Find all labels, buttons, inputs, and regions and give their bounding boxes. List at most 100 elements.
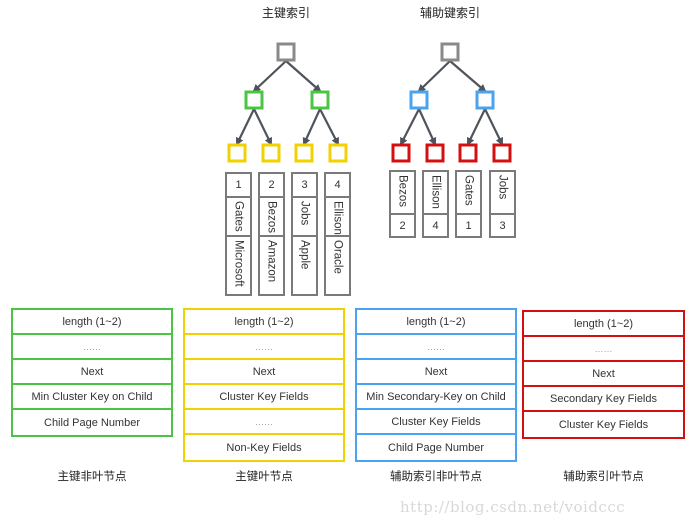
- format-field: length (1~2): [13, 310, 171, 335]
- secondary-index-record: Bezos 2: [389, 170, 416, 238]
- primary-index-record: 4 Ellison Oracle: [324, 172, 351, 296]
- tree-arrow: [253, 108, 272, 146]
- record-company: Oracle: [331, 240, 344, 274]
- format-field: ……: [13, 335, 171, 360]
- tree-arrow: [302, 108, 322, 146]
- record-cell: 3: [293, 174, 316, 198]
- record-cell: 2: [260, 174, 283, 198]
- tree-arrow: [252, 60, 287, 93]
- record-cell: Amazon: [260, 237, 283, 294]
- record-cell: 1: [227, 174, 250, 198]
- format-field: Cluster Key Fields: [357, 410, 515, 435]
- record-cell: 3: [491, 215, 514, 236]
- primary-root-node: [276, 42, 296, 62]
- record-cell: Gates: [457, 172, 480, 215]
- record-cell: Bezos: [260, 198, 283, 237]
- record-cell: Ellison: [326, 198, 349, 237]
- record-company: Microsoft: [232, 240, 245, 287]
- record-name: Bezos: [396, 175, 409, 207]
- record-id: 3: [301, 179, 308, 191]
- record-id: 3: [499, 219, 506, 232]
- format-field: Secondary Key Fields: [524, 387, 683, 412]
- record-cell: Bezos: [391, 172, 414, 215]
- format-field: length (1~2): [185, 310, 343, 335]
- secondary-index-record: Ellison 4: [422, 170, 449, 238]
- format-field: Non-Key Fields: [226, 441, 302, 454]
- primary-leaf-format: length (1~2)…… Next Cluster Key Fields…… No…: [183, 308, 345, 462]
- tree-arrow: [484, 108, 503, 146]
- secondary-root-node: [440, 42, 460, 62]
- primary-index-record: 3 Jobs Apple: [291, 172, 318, 296]
- record-name: Gates: [462, 175, 475, 206]
- record-name: Ellison: [331, 201, 344, 235]
- record-company: Amazon: [265, 240, 278, 283]
- record-cell: Microsoft: [227, 237, 250, 294]
- record-id: 4: [334, 179, 341, 191]
- format-field: length (1~2): [357, 310, 515, 335]
- secondary-nonleaf-format: length (1~2)…… Next Min Secondary-Key on C…: [355, 308, 517, 462]
- record-cell: Jobs: [491, 172, 514, 215]
- tree-arrow: [417, 108, 437, 146]
- format-field: Min Secondary-Key on Child: [357, 385, 515, 410]
- format-field: ……: [185, 410, 343, 435]
- tree-arrow: [319, 108, 339, 146]
- primary-leaf-node: [261, 143, 281, 163]
- primary-index-record: 1 Gates Microsoft: [225, 172, 252, 296]
- secondary-index-record: Gates 1: [455, 170, 482, 238]
- primary-leaf-node: [294, 143, 314, 163]
- record-cell: Gates: [227, 198, 250, 237]
- format-caption: 主键非叶节点: [57, 469, 127, 483]
- format-field: Next: [13, 360, 171, 385]
- format-field: ……: [185, 335, 343, 360]
- format-field: Cluster Key Fields: [185, 385, 343, 410]
- record-id: 1: [465, 219, 472, 232]
- primary-internal-node: [310, 90, 330, 110]
- tree-arrow: [467, 108, 486, 146]
- format-field: Child Page Number: [44, 416, 140, 429]
- format-caption: 辅助索引非叶节点: [390, 469, 482, 483]
- primary-nonleaf-format: length (1~2)…… Next Min Cluster Key on Chi…: [11, 308, 173, 437]
- format-field: Min Cluster Key on Child: [13, 385, 171, 410]
- record-name: Jobs: [298, 201, 311, 226]
- record-cell: 4: [326, 174, 349, 198]
- secondary-index-record: Jobs 3: [489, 170, 516, 238]
- record-id: 4: [432, 219, 439, 232]
- secondary-leaf-node: [492, 143, 512, 163]
- secondary-leaf-node: [391, 143, 411, 163]
- secondary-leaf-format: length (1~2)…… Next Secondary Key Fields Cl…: [522, 310, 685, 439]
- format-field: Child Page Number: [388, 441, 484, 454]
- record-id: 2: [268, 179, 275, 191]
- primary-index-record: 2 Bezos Amazon: [258, 172, 285, 296]
- record-cell: 2: [391, 215, 414, 236]
- format-field: ……: [524, 337, 683, 362]
- secondary-internal-node: [475, 90, 495, 110]
- secondary-leaf-node: [458, 143, 478, 163]
- format-field: ……: [357, 335, 515, 360]
- tree-arrow: [236, 108, 255, 146]
- tree-arrow: [417, 60, 451, 93]
- secondary-leaf-node: [425, 143, 445, 163]
- primary-leaf-node: [328, 143, 348, 163]
- primary-leaf-node: [227, 143, 247, 163]
- format-field: Cluster Key Fields: [558, 418, 649, 431]
- format-field: Next: [185, 360, 343, 385]
- tree-arrow: [400, 108, 420, 146]
- format-caption: 主键叶节点: [235, 469, 293, 483]
- secondary-internal-node: [409, 90, 429, 110]
- tree-arrow: [285, 60, 322, 93]
- record-cell: Oracle: [326, 237, 349, 294]
- record-cell: Apple: [293, 237, 316, 294]
- record-name: Bezos: [265, 201, 278, 233]
- format-caption: 辅助索引叶节点: [563, 469, 644, 483]
- record-cell: Ellison: [424, 172, 447, 215]
- record-company: Apple: [298, 240, 311, 270]
- record-id: 2: [399, 219, 406, 232]
- record-id: 1: [235, 179, 242, 191]
- record-name: Ellison: [429, 175, 442, 209]
- format-field: length (1~2): [524, 312, 683, 337]
- format-field: Next: [524, 362, 683, 387]
- record-cell: 4: [424, 215, 447, 236]
- record-name: Jobs: [496, 175, 509, 200]
- watermark: http://blog.csdn.net/voidccc: [400, 498, 626, 516]
- primary-internal-node: [244, 90, 264, 110]
